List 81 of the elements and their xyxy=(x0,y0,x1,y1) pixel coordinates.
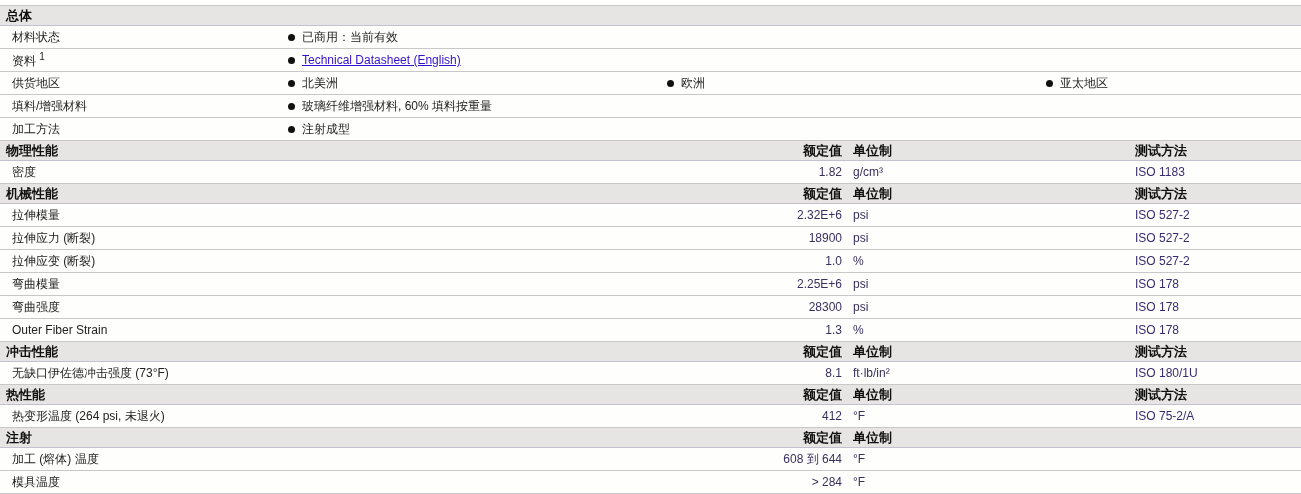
column-header: 测试方法 xyxy=(1134,184,1188,203)
section-title: 热性能 xyxy=(5,385,46,404)
nominal-value: 608 到 644 xyxy=(783,450,843,468)
property-value: 亚太地区 xyxy=(1060,74,1108,92)
bullet-icon xyxy=(288,79,295,87)
unit: °F xyxy=(852,409,867,423)
test-method: ISO 178 xyxy=(1134,300,1181,314)
bullet-icon xyxy=(288,33,295,41)
unit: °F xyxy=(852,475,867,489)
section-title: 物理性能 xyxy=(5,141,59,160)
section-title: 注射 xyxy=(5,428,33,447)
bullet-icon xyxy=(288,56,295,64)
property-label: Outer Fiber Strain xyxy=(11,323,109,337)
property-label: 供货地区 xyxy=(11,74,61,92)
property-label: 模具温度 xyxy=(11,473,61,491)
property-value: 注射成型 xyxy=(302,120,350,138)
test-method: ISO 1183 xyxy=(1134,165,1186,179)
nominal-value: > 284 xyxy=(811,475,843,489)
property-label: 加工 (熔体) 温度 xyxy=(11,450,100,468)
test-method: ISO 178 xyxy=(1134,323,1181,337)
bullet-icon xyxy=(667,79,674,87)
property-label: 填料/增强材料 xyxy=(11,97,89,115)
property-value: 北美洲 xyxy=(302,74,338,92)
column-header: 额定值 xyxy=(803,141,843,160)
property-label: 弯曲模量 xyxy=(11,275,61,293)
column-header: 测试方法 xyxy=(1134,385,1188,404)
bullet-icon xyxy=(288,125,295,133)
column-header: 单位制 xyxy=(852,428,893,447)
nominal-value: 18900 xyxy=(808,231,843,245)
property-label: 拉伸应力 (断裂) xyxy=(11,229,97,247)
column-header: 额定值 xyxy=(803,342,843,361)
nominal-value: 28300 xyxy=(808,300,843,314)
test-method: ISO 527-2 xyxy=(1134,208,1191,222)
column-header: 额定值 xyxy=(803,385,843,404)
unit: ft·lb/in² xyxy=(852,366,891,380)
column-header: 单位制 xyxy=(852,342,893,361)
property-label: 密度 xyxy=(11,163,37,181)
property-label: 材料状态 xyxy=(11,28,61,46)
property-value: 已商用：当前有效 xyxy=(302,28,398,46)
unit: psi xyxy=(852,277,870,291)
nominal-value: 1.3 xyxy=(825,323,843,337)
test-method: ISO 178 xyxy=(1134,277,1181,291)
column-header: 单位制 xyxy=(852,141,893,160)
nominal-value: 2.32E+6 xyxy=(796,208,843,222)
test-method: ISO 75-2/A xyxy=(1134,409,1196,423)
test-method: ISO 527-2 xyxy=(1134,254,1191,268)
bullet-icon xyxy=(1046,79,1053,87)
column-header: 测试方法 xyxy=(1134,141,1188,160)
column-header: 额定值 xyxy=(803,184,843,203)
unit: psi xyxy=(852,300,870,314)
section-title: 总体 xyxy=(4,6,33,25)
property-value: 玻璃纤维增强材料, 60% 填料按重量 xyxy=(302,97,493,115)
column-header: 测试方法 xyxy=(1134,342,1188,361)
test-method: ISO 180/1U xyxy=(1134,366,1199,380)
unit: % xyxy=(852,254,865,268)
unit: % xyxy=(852,323,865,337)
bullet-icon xyxy=(288,102,295,110)
column-header: 额定值 xyxy=(803,428,843,447)
unit: °F xyxy=(852,452,867,466)
property-label: 拉伸模量 xyxy=(11,206,61,224)
nominal-value: 2.25E+6 xyxy=(796,277,843,291)
property-label: 热变形温度 (264 psi, 未退火) xyxy=(11,407,166,425)
property-label: 资料 $^{1}$ xyxy=(11,50,46,70)
column-header: 单位制 xyxy=(852,184,893,203)
section-title: 机械性能 xyxy=(4,184,59,203)
section-title: 冲击性能 xyxy=(5,342,59,361)
unit: psi xyxy=(852,208,870,222)
unit: g/cm³ xyxy=(852,165,884,179)
nominal-value: 1.0 xyxy=(825,254,843,268)
property-label: 弯曲强度 xyxy=(11,298,61,316)
column-header: 单位制 xyxy=(852,385,893,404)
property-label: 拉伸应变 (断裂) xyxy=(11,252,97,270)
property-label: 加工方法 xyxy=(11,120,61,138)
datasheet-link[interactable]: Technical Datasheet (English) xyxy=(302,53,461,67)
nominal-value: 8.1 xyxy=(825,366,843,380)
property-label: 无缺口伊佐德冲击强度 (73°F) xyxy=(11,364,170,382)
property-value: 欧洲 xyxy=(681,74,705,92)
unit: psi xyxy=(852,231,870,245)
nominal-value: 412 xyxy=(821,409,843,423)
test-method: ISO 527-2 xyxy=(1134,231,1191,245)
nominal-value: 1.82 xyxy=(818,165,843,179)
